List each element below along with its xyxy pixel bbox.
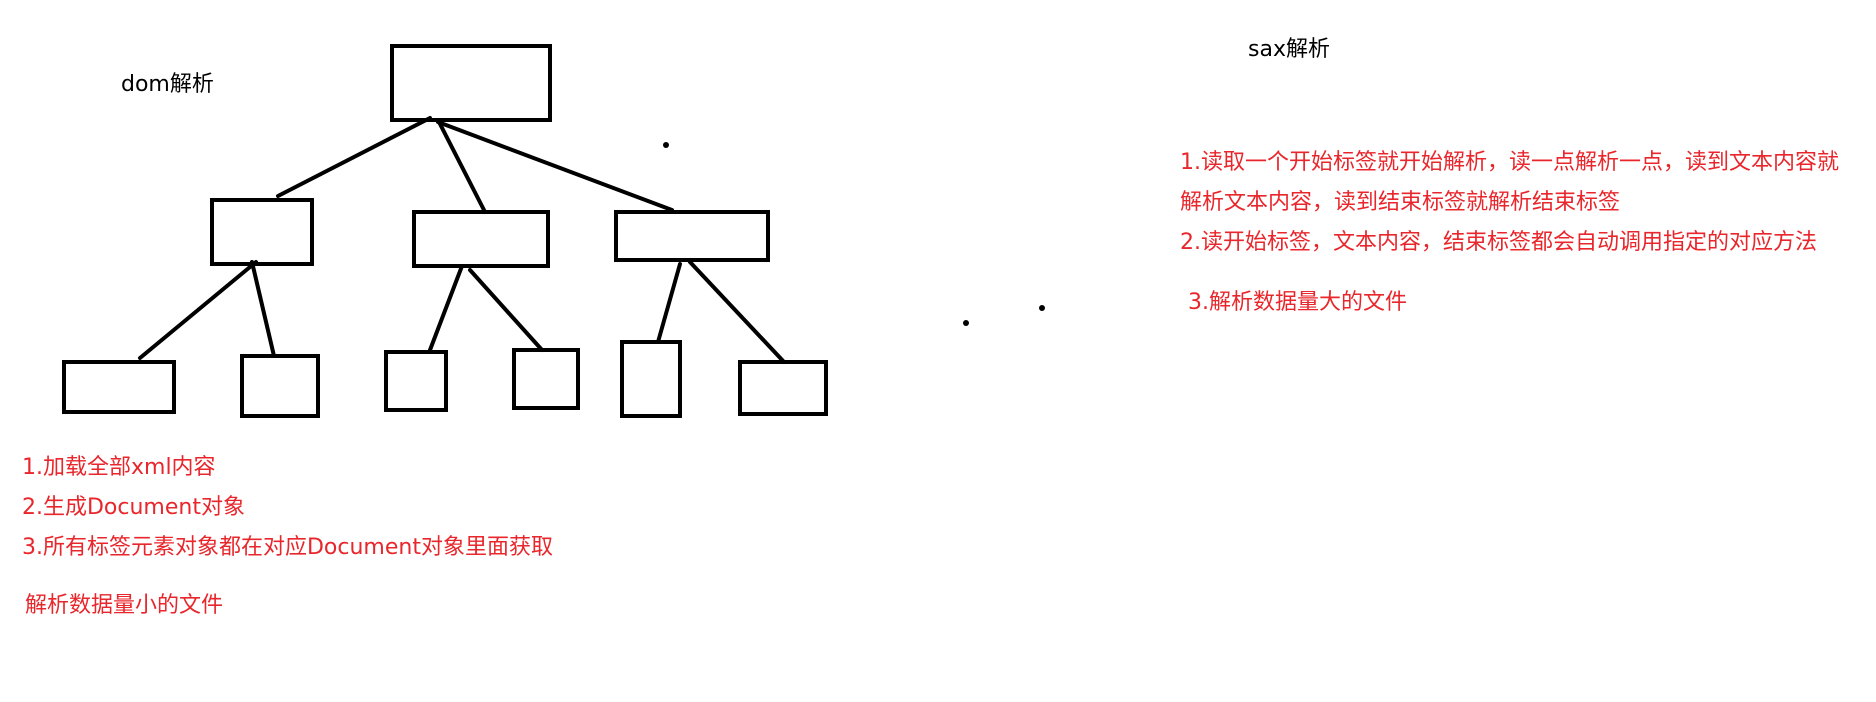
tree-leaf-node-2 [240,354,320,418]
tree-node-middle [412,210,550,268]
sax-summary: 3.解析数据量大的文件 [1188,290,1407,315]
tree-root-node [390,44,552,122]
sax-note-2: 2.读开始标签，文本内容，结束标签都会自动调用指定的对应方法 [1180,230,1817,255]
dom-summary: 解析数据量小的文件 [25,593,224,618]
connector-left-to-leaf-1 [138,260,258,360]
tree-leaf-node-6 [738,360,828,416]
tree-node-right [614,210,770,262]
sax-note-1-line-1: 1.读取一个开始标签就开始解析，读一点解析一点，读到文本内容就 [1180,150,1839,175]
dom-section-title: dom解析 [121,72,214,97]
connector-right-to-leaf-6 [688,260,786,364]
stray-dot [663,142,669,148]
connector-left-to-leaf-2 [250,260,276,358]
connector-middle-to-leaf-4 [468,268,544,352]
connector-root-to-left [276,116,432,198]
connector-root-to-right [436,120,674,212]
tree-node-left [210,198,314,266]
sax-note-1-line-2: 解析文本内容，读到结束标签就解析结束标签 [1180,190,1621,215]
stray-dot [1039,305,1045,311]
sax-section-title: sax解析 [1248,37,1330,62]
connector-middle-to-leaf-3 [428,264,464,352]
dom-note-2: 2.生成Document对象 [22,495,245,520]
tree-leaf-node-4 [512,348,580,410]
dom-note-3: 3.所有标签元素对象都在对应Document对象里面获取 [22,535,553,560]
connector-right-to-leaf-5 [656,262,682,344]
connector-root-to-middle [436,118,487,214]
tree-leaf-node-1 [62,360,176,414]
stray-dot [963,320,969,326]
tree-leaf-node-3 [384,350,448,412]
tree-leaf-node-5 [620,340,682,418]
dom-tree-diagram [62,44,1045,418]
dom-note-1: 1.加载全部xml内容 [22,455,216,480]
